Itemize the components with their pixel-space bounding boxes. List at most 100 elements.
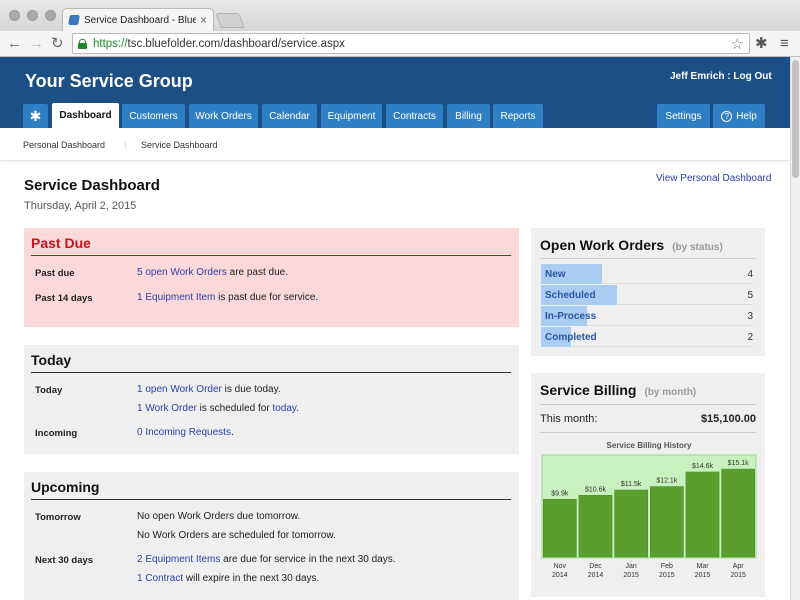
billing-bar — [614, 489, 649, 558]
window-controls — [9, 10, 56, 21]
logout-link[interactable]: Log Out — [733, 71, 771, 82]
browser-tabstrip: Service Dashboard - BlueF × — [0, 0, 800, 31]
billing-month-label: Apr — [733, 563, 745, 570]
open-work-orders-link[interactable]: 5 open Work Orders — [137, 267, 227, 278]
close-window-button[interactable] — [9, 10, 20, 21]
work-order-status-row[interactable]: New 4 — [541, 264, 753, 284]
next-30-days-label: Next 30 days — [35, 555, 94, 566]
forward-icon[interactable]: → — [29, 35, 44, 52]
work-order-status-row[interactable]: In-Process 3 — [541, 306, 753, 326]
view-personal-dashboard-link[interactable]: View Personal Dashboard — [656, 173, 771, 184]
scrollbar-thumb[interactable] — [792, 60, 799, 178]
status-name-link[interactable]: Scheduled — [545, 290, 596, 301]
page-scrollbar[interactable] — [790, 57, 800, 600]
menu-icon[interactable]: ≡ — [780, 35, 789, 52]
billing-year-label: 2015 — [695, 572, 711, 579]
work-order-status-row[interactable]: Completed 2 — [541, 327, 753, 347]
work-order-status-row[interactable]: Scheduled 5 — [541, 285, 753, 305]
favicon-icon — [68, 15, 80, 25]
page-viewport: Your Service Group Jeff Emrich : Log Out… — [0, 57, 790, 600]
user-name: Jeff Emrich — [670, 71, 725, 82]
status-count: 4 — [747, 269, 753, 280]
user-area: Jeff Emrich : Log Out — [670, 71, 772, 82]
gear-icon[interactable]: ✱ — [755, 35, 768, 52]
subnav-service-dashboard[interactable]: Service Dashboard — [141, 140, 218, 150]
today-title: Today — [31, 352, 72, 368]
billing-year-label: 2014 — [552, 572, 568, 579]
close-tab-icon[interactable]: × — [200, 13, 207, 27]
billing-month-label: Feb — [661, 563, 673, 570]
browser-toolbar: ← → ↻ https://tsc.bluefolder.com/dashboa… — [0, 31, 800, 57]
open-work-order-link[interactable]: 1 open Work Order — [137, 384, 222, 395]
tab-contracts[interactable]: Contracts — [386, 104, 443, 128]
open-work-orders-divider — [540, 258, 756, 259]
status-name-link[interactable]: Completed — [545, 332, 597, 343]
past-due-label: Past due — [35, 268, 75, 279]
contract-expire-message: 1 Contract will expire in the next 30 da… — [137, 573, 320, 584]
equipment-item-link[interactable]: 1 Equipment Item — [137, 292, 215, 303]
billing-month-label: Mar — [696, 563, 709, 570]
billing-bar — [543, 499, 577, 558]
billing-year-label: 2015 — [623, 572, 639, 579]
equipment-items-link[interactable]: 2 Equipment Items — [137, 554, 220, 565]
contract-link[interactable]: 1 Contract — [137, 573, 183, 584]
tab-reports[interactable]: Reports — [493, 104, 543, 128]
minimize-window-button[interactable] — [27, 10, 38, 21]
tab-billing[interactable]: Billing — [447, 104, 490, 128]
reload-icon[interactable]: ↻ — [51, 35, 64, 52]
billing-data-label: $10.6k — [585, 486, 607, 493]
tab-equipment[interactable]: Equipment — [321, 104, 382, 128]
home-tab[interactable]: ✱ — [23, 104, 48, 128]
upcoming-title: Upcoming — [31, 479, 100, 495]
subnav-separator: | — [124, 140, 127, 150]
page-title: Service Dashboard — [24, 177, 160, 194]
status-count: 3 — [747, 311, 753, 322]
past-due-message: 5 open Work Orders are past due. — [137, 267, 289, 278]
billing-year-label: 2015 — [659, 572, 675, 579]
billing-month-label: Dec — [589, 563, 602, 570]
incoming-requests-link[interactable]: 0 Incoming Requests — [137, 427, 231, 438]
tab-customers[interactable]: Customers — [122, 104, 185, 128]
tab-dashboard[interactable]: Dashboard — [52, 103, 119, 128]
browser-tab[interactable]: Service Dashboard - BlueF × — [62, 8, 214, 31]
today-panel: Today Today 1 open Work Order is due tod… — [24, 345, 519, 454]
maximize-window-button[interactable] — [45, 10, 56, 21]
today-divider — [31, 372, 511, 373]
tab-help[interactable]: ? Help — [713, 104, 765, 128]
address-url: https://tsc.bluefolder.com/dashboard/ser… — [93, 37, 345, 50]
billing-bar — [685, 471, 720, 558]
lock-icon — [78, 38, 87, 49]
page-date: Thursday, April 2, 2015 — [24, 200, 137, 212]
service-billing-panel: Service Billing (by month) This month: $1… — [531, 373, 765, 597]
upcoming-panel: Upcoming Tomorrow No open Work Orders du… — [24, 472, 519, 600]
this-month-label: This month: — [540, 413, 598, 425]
billing-month-label: Jan — [626, 563, 637, 570]
today-scheduled-message: 1 Work Order is scheduled for today. — [137, 403, 299, 414]
billing-data-label: $15.1k — [728, 460, 750, 467]
tab-calendar[interactable]: Calendar — [262, 104, 317, 128]
this-month-value: $15,100.00 — [700, 413, 756, 425]
today-link[interactable]: today — [272, 403, 296, 414]
home-asterisk-icon: ✱ — [29, 107, 42, 124]
incoming-message: 0 Incoming Requests. — [137, 427, 234, 438]
chart-title: Service Billing History — [606, 441, 692, 450]
billing-data-label: $9.9k — [551, 490, 569, 497]
tomorrow-scheduled-message: No Work Orders are scheduled for tomorro… — [137, 530, 336, 541]
back-icon[interactable]: ← — [7, 35, 22, 52]
address-bar[interactable]: https://tsc.bluefolder.com/dashboard/ser… — [72, 33, 750, 54]
status-name-link[interactable]: In-Process — [545, 311, 596, 322]
status-name-link[interactable]: New — [545, 269, 566, 280]
work-order-link[interactable]: 1 Work Order — [137, 403, 197, 414]
status-count: 2 — [747, 332, 753, 343]
tab-work-orders[interactable]: Work Orders — [189, 104, 258, 128]
billing-month-label: Nov — [554, 563, 567, 570]
tab-settings[interactable]: Settings — [657, 104, 710, 128]
billing-history-chart: $9.9k Nov 2014 $10.6k Dec 2014 $11.5k Jan 2015 $1… — [541, 454, 757, 579]
subnav-personal-dashboard[interactable]: Personal Dashboard — [23, 140, 105, 150]
new-tab-button[interactable] — [215, 13, 245, 28]
past-14-days-label: Past 14 days — [35, 293, 93, 304]
billing-bar — [578, 495, 613, 558]
tomorrow-due-message: No open Work Orders due tomorrow. — [137, 511, 301, 522]
bookmark-star-icon[interactable]: ☆ — [731, 35, 744, 53]
billing-year-label: 2014 — [588, 572, 604, 579]
